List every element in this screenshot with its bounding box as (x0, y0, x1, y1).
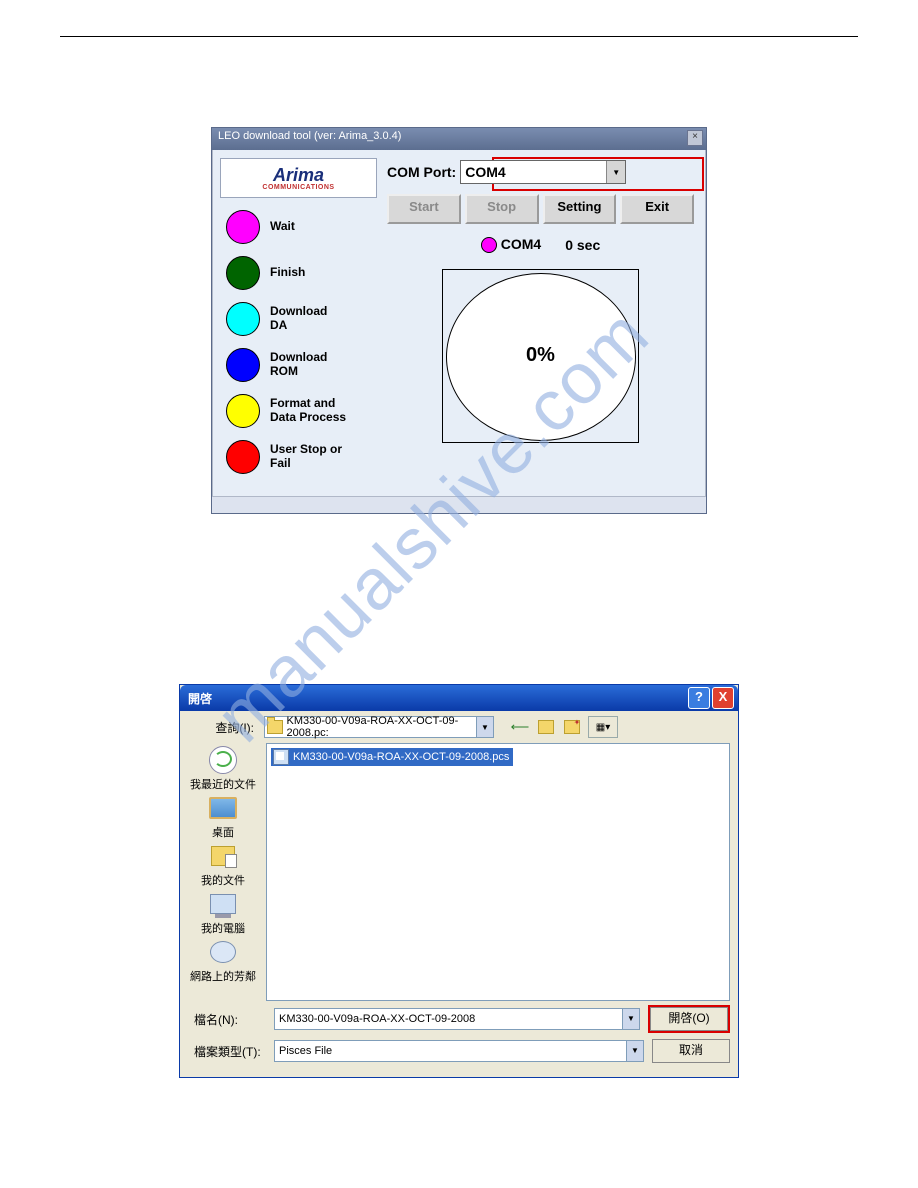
legend-download-da: Download DA (216, 296, 381, 342)
places-bar: 我最近的文件 桌面 我的文件 我的電腦 網路上的芳鄰 (180, 743, 266, 1001)
legend-label: Format and Data Process (270, 397, 346, 425)
file-name: KM330-00-V09a-ROA-XX-OCT-09-2008.pcs (293, 751, 509, 763)
legend-label: Download DA (270, 305, 327, 333)
recent-icon (209, 746, 237, 774)
legend-label: Finish (270, 266, 305, 280)
status-dot-icon (481, 237, 497, 253)
network-icon (210, 941, 236, 963)
folder-up-icon[interactable] (536, 717, 556, 737)
arima-logo: Arima COMMUNICATIONS (220, 158, 377, 198)
chevron-down-icon[interactable]: ▼ (476, 717, 493, 737)
dot-icon (226, 440, 260, 474)
open-button[interactable]: 開啓(O) (650, 1007, 728, 1031)
setting-button[interactable]: Setting (543, 194, 617, 224)
progress-percent: 0% (443, 344, 638, 367)
legend-fail: User Stop or Fail (216, 434, 381, 480)
file-open-dialog: 開啓 ? X 查詢(I): KM330-00-V09a-ROA-XX-OCT-0… (179, 684, 739, 1078)
progress-box: 0% (442, 269, 639, 443)
new-folder-icon[interactable] (562, 717, 582, 737)
dialog-toolbar: 查詢(I): KM330-00-V09a-ROA-XX-OCT-09-2008.… (180, 711, 738, 743)
legend-download-rom: Download ROM (216, 342, 381, 388)
dot-icon (226, 394, 260, 428)
filetype-value: Pisces File (279, 1045, 332, 1057)
dot-icon (226, 210, 260, 244)
window-titlebar: LEO download tool (ver: Arima_3.0.4) × (212, 128, 706, 150)
cancel-button[interactable]: 取消 (652, 1039, 730, 1063)
main-panel: COM Port: COM4 ▼ Start Stop Setting Exit… (381, 154, 702, 492)
com-port-value: COM4 (465, 164, 505, 180)
dot-icon (226, 348, 260, 382)
place-recent[interactable]: 我最近的文件 (180, 745, 266, 793)
lookin-combobox[interactable]: KM330-00-V09a-ROA-XX-OCT-09-2008.pc: ▼ (264, 716, 494, 738)
chevron-down-icon[interactable]: ▼ (606, 161, 625, 183)
status-port: COM4 (501, 236, 541, 252)
start-button[interactable]: Start (387, 194, 461, 224)
place-label: 我的電腦 (201, 920, 245, 936)
file-list[interactable]: KM330-00-V09a-ROA-XX-OCT-09-2008.pcs (266, 743, 730, 1001)
filename-combobox[interactable]: KM330-00-V09a-ROA-XX-OCT-09-2008 ▼ (274, 1008, 640, 1030)
back-icon[interactable]: ⟵ (510, 717, 530, 737)
legend-label: Wait (270, 220, 295, 234)
close-icon[interactable]: X (712, 687, 734, 709)
status-time: 0 sec (565, 237, 600, 253)
highlight-open-button: 開啓(O) (648, 1005, 730, 1033)
filename-label: 檔名(N): (188, 1011, 266, 1028)
legend-format: Format and Data Process (216, 388, 381, 434)
place-network[interactable]: 網路上的芳鄰 (180, 937, 266, 985)
chevron-down-icon[interactable]: ▼ (622, 1009, 639, 1029)
lookin-label: 查詢(I): (188, 719, 258, 736)
help-icon[interactable]: ? (688, 687, 710, 709)
view-menu-icon[interactable]: ▦▾ (588, 716, 618, 738)
dot-icon (226, 302, 260, 336)
filename-value: KM330-00-V09a-ROA-XX-OCT-09-2008 (279, 1013, 475, 1025)
place-desktop[interactable]: 桌面 (180, 793, 266, 841)
place-label: 網路上的芳鄰 (190, 968, 256, 984)
legend-panel: Arima COMMUNICATIONS Wait Finish Downloa… (216, 154, 381, 492)
place-label: 我的文件 (201, 872, 245, 888)
lookin-value: KM330-00-V09a-ROA-XX-OCT-09-2008.pc: (287, 715, 493, 739)
filetype-combobox[interactable]: Pisces File ▼ (274, 1040, 644, 1062)
place-label: 我最近的文件 (190, 776, 256, 792)
window-title: LEO download tool (ver: Arima_3.0.4) (218, 130, 401, 142)
logo-sub-text: COMMUNICATIONS (262, 184, 334, 191)
leo-download-tool-window: LEO download tool (ver: Arima_3.0.4) × A… (211, 127, 707, 514)
com-port-select[interactable]: COM4 ▼ (460, 160, 626, 184)
close-icon[interactable]: × (687, 130, 703, 146)
dot-icon (226, 256, 260, 290)
place-mycomputer[interactable]: 我的電腦 (180, 889, 266, 937)
folder-icon (267, 720, 283, 734)
mycomputer-icon (210, 894, 236, 914)
window-statusbar (212, 496, 706, 513)
legend-label: User Stop or Fail (270, 443, 342, 471)
logo-main-text: Arima (273, 166, 324, 184)
status-row: COM4 0 sec (387, 236, 694, 253)
filetype-label: 檔案類型(T): (188, 1043, 266, 1060)
file-item-selected[interactable]: KM330-00-V09a-ROA-XX-OCT-09-2008.pcs (271, 748, 513, 766)
desktop-icon (209, 797, 237, 819)
chevron-down-icon[interactable]: ▼ (626, 1041, 643, 1061)
file-icon (273, 749, 289, 765)
mydocs-icon (211, 846, 235, 866)
dialog-title: 開啓 (188, 690, 212, 707)
com-port-label: COM Port: (387, 164, 456, 180)
stop-button[interactable]: Stop (465, 194, 539, 224)
place-label: 桌面 (212, 824, 234, 840)
exit-button[interactable]: Exit (620, 194, 694, 224)
legend-finish: Finish (216, 250, 381, 296)
place-mydocs[interactable]: 我的文件 (180, 841, 266, 889)
dialog-titlebar: 開啓 ? X (180, 685, 738, 711)
legend-wait: Wait (216, 204, 381, 250)
legend-label: Download ROM (270, 351, 327, 379)
